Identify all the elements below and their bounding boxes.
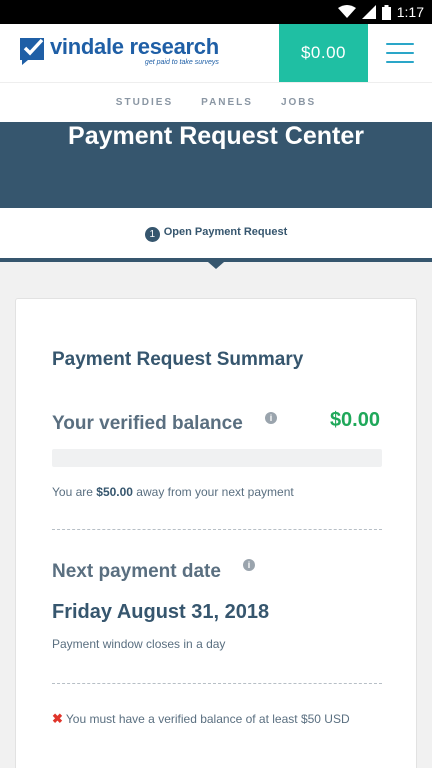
away-amount: $50.00 bbox=[96, 485, 133, 499]
payment-window-text: Payment window closes in a day bbox=[52, 637, 226, 651]
next-payment-date: Friday August 31, 2018 bbox=[52, 601, 270, 623]
logo-tagline: get paid to take surveys bbox=[144, 59, 219, 66]
page-title: Payment Request Center bbox=[68, 122, 364, 150]
away-suffix: away from your next payment bbox=[132, 485, 294, 499]
away-from-payment-text: You are $50.00 away from your next payme… bbox=[52, 485, 294, 499]
page-banner: Payment Request Center bbox=[0, 122, 432, 208]
payment-summary-card: Payment Request Summary Your verified ba… bbox=[15, 298, 417, 768]
step-label: Open Payment Request bbox=[163, 225, 288, 238]
next-payment-label: Next payment date bbox=[52, 561, 221, 582]
balance-error-message: ✖ You must have a verified balance of at … bbox=[52, 709, 382, 729]
away-prefix: You are bbox=[52, 485, 97, 499]
balance-progress-bar bbox=[52, 449, 382, 467]
signal-icon bbox=[361, 5, 376, 19]
clock: 1:17 bbox=[396, 4, 424, 20]
verified-balance-value: $0.00 bbox=[329, 409, 380, 431]
divider bbox=[52, 529, 382, 530]
error-x-icon: ✖ bbox=[52, 711, 63, 726]
top-nav: STUDIES PANELS JOBS bbox=[0, 82, 432, 122]
hamburger-icon[interactable] bbox=[386, 43, 414, 63]
summary-title: Payment Request Summary bbox=[52, 349, 304, 370]
status-bar: 1:17 bbox=[0, 0, 432, 24]
checkmark-logo-icon bbox=[20, 38, 44, 65]
vindale-logo[interactable]: vindale research get paid to take survey… bbox=[18, 36, 219, 66]
error-text: You must have a verified balance of at l… bbox=[65, 712, 350, 726]
step-number-badge: 1 bbox=[144, 227, 160, 242]
nav-item-studies[interactable]: STUDIES bbox=[116, 97, 173, 108]
battery-icon bbox=[381, 4, 391, 20]
verified-balance-label: Your verified balance bbox=[52, 413, 243, 434]
step-indicator: 1 Open Payment Request bbox=[0, 208, 432, 258]
nav-item-panels[interactable]: PANELS bbox=[201, 97, 253, 108]
divider bbox=[52, 683, 382, 684]
wifi-icon bbox=[337, 5, 356, 19]
balance-button[interactable]: $0.00 bbox=[279, 24, 368, 82]
app-header: vindale research get paid to take survey… bbox=[0, 24, 432, 82]
nav-item-jobs[interactable]: JOBS bbox=[281, 97, 316, 108]
next-payment-info-icon[interactable]: i bbox=[243, 559, 255, 571]
logo-wordmark: vindale research bbox=[50, 34, 219, 59]
balance-info-icon[interactable]: i bbox=[265, 412, 277, 424]
step-pointer-icon bbox=[208, 262, 224, 269]
